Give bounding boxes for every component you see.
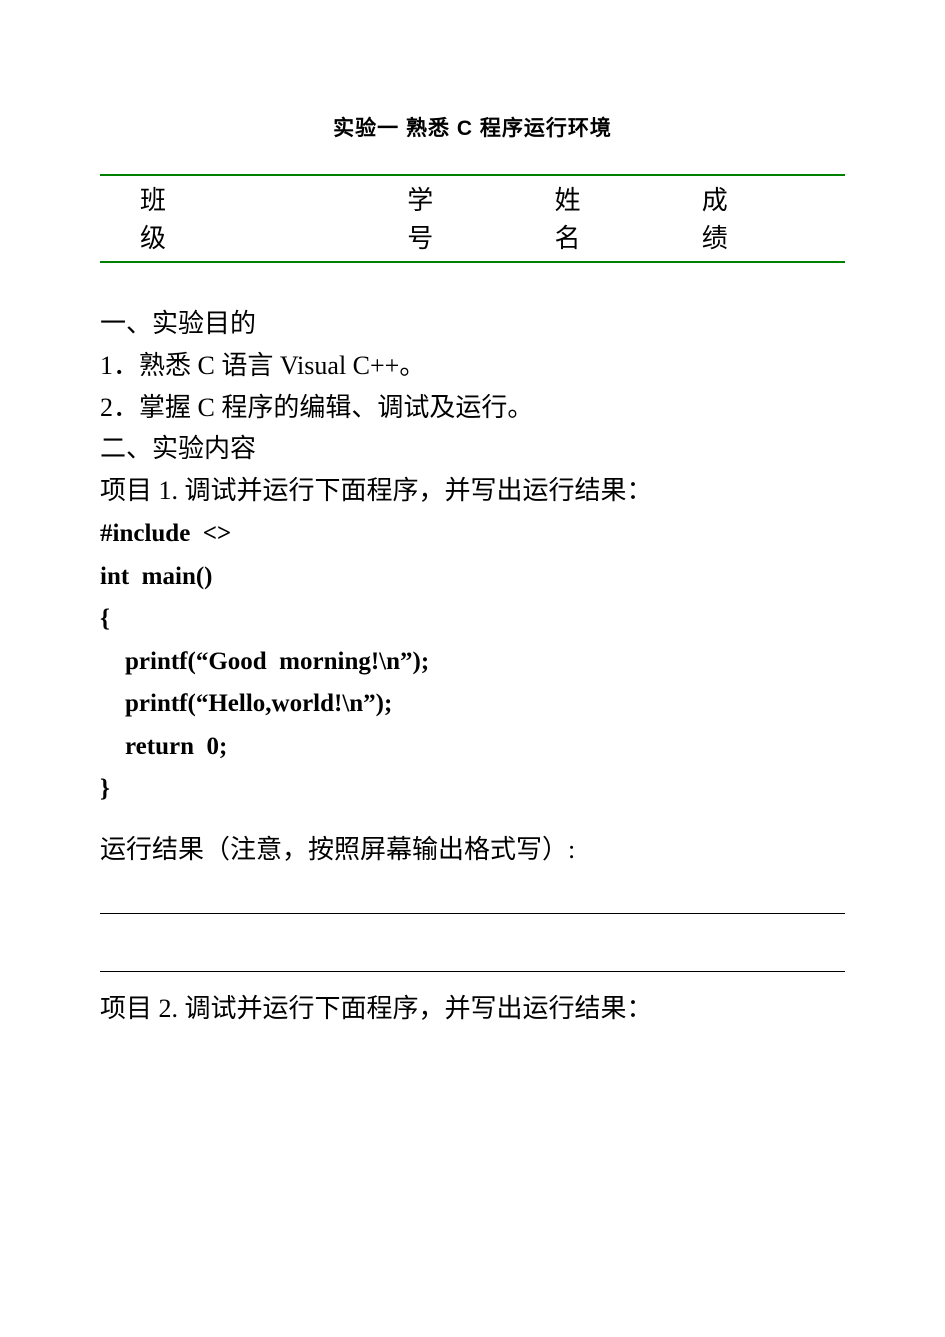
page-title: 实验一 熟悉 C 程序运行环境 xyxy=(100,112,845,142)
student-info-table: 班级 学号 姓名 成绩 xyxy=(100,174,845,263)
result-label: 运行结果（注意，按照屏幕输出格式写）: xyxy=(100,829,845,871)
code-block-1: #include <> int main() { printf(“Good mo… xyxy=(100,513,845,811)
section1-item2: 2．掌握 C 程序的编辑、调试及运行。 xyxy=(100,387,845,429)
section2-heading: 二、实验内容 xyxy=(100,428,845,470)
grade-header: 成绩 xyxy=(698,175,845,262)
answer-blank-line-1 xyxy=(100,872,845,914)
class-header: 班级 xyxy=(100,175,403,262)
project1-label: 项目 1. 调试并运行下面程序，并写出运行结果： xyxy=(100,470,845,512)
section1-item1: 1．熟悉 C 语言 Visual C++。 xyxy=(100,345,845,387)
section1-heading: 一、实验目的 xyxy=(100,303,845,345)
name-header: 姓名 xyxy=(550,175,697,262)
student-id-header: 学号 xyxy=(403,175,550,262)
answer-blank-line-2 xyxy=(100,930,845,972)
project2-label: 项目 2. 调试并运行下面程序，并写出运行结果： xyxy=(100,988,845,1030)
document-body: 一、实验目的 1．熟悉 C 语言 Visual C++。 2．掌握 C 程序的编… xyxy=(100,303,845,1030)
